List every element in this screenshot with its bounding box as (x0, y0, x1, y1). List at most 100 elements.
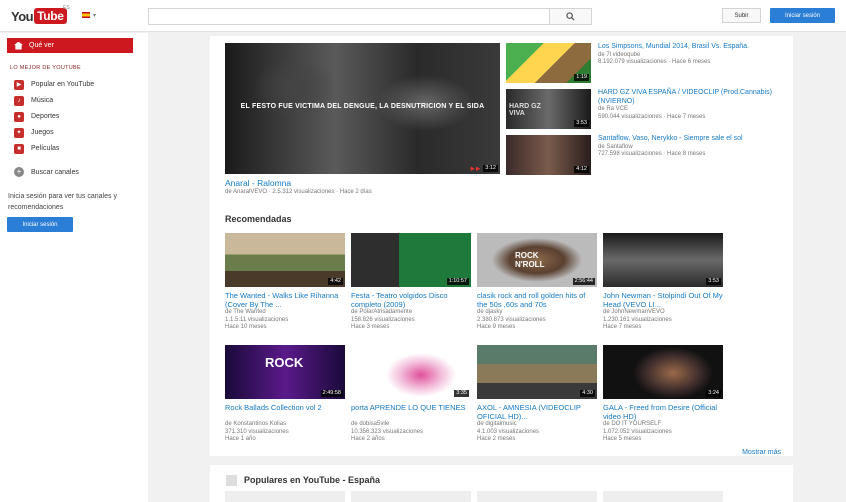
video-channel[interactable]: de djasky (477, 309, 597, 317)
video-channel[interactable]: de digitalmusic (477, 421, 597, 429)
video-views: 1.072.052 visualizaciones (603, 428, 672, 435)
sidebar-item-games[interactable]: ✦ Juegos (14, 127, 54, 138)
sidebar-item-movies[interactable]: ■ Películas (14, 143, 59, 154)
video-card[interactable]: 3:24 GALA - Freed from Desire (Official … (603, 345, 723, 444)
video-title[interactable]: John Newman - Stolpindi Out Of My Head (… (603, 291, 723, 309)
thumbnail-placeholder[interactable] (477, 491, 597, 502)
video-thumbnail[interactable]: ROCK 2:49:58 (225, 345, 345, 399)
side-video-views: 727.598 visualizaciones · Hace 8 meses (598, 151, 706, 157)
video-card[interactable]: 4:30 AXOL - AMNESIA (VIDEOCLIP OFICIAL H… (477, 345, 597, 444)
video-title[interactable]: GALA - Freed from Desire (Official video… (603, 403, 723, 421)
side-video-thumbnail[interactable]: 4:12 (506, 135, 591, 175)
video-card[interactable]: 4:42 The Wanted - Walks Like Rihanna (Co… (225, 233, 345, 332)
video-thumbnail[interactable]: 3:24 (603, 345, 723, 399)
video-title[interactable]: porta APRENDE LO QUE TIENES (351, 403, 471, 421)
video-thumbnail[interactable]: 4:42 (225, 233, 345, 287)
video-channel[interactable]: de dobisa5vile (351, 421, 471, 429)
video-card[interactable]: 3:53 John Newman - Stolpindi Out Of My H… (603, 233, 723, 332)
video-duration: 3:24 (706, 390, 721, 397)
sidebar-item-sports[interactable]: ● Deportes (14, 111, 59, 122)
thumbnail-text: ROCK (265, 355, 304, 370)
video-views: 158.826 visualizaciones (351, 316, 415, 323)
video-title[interactable]: Festa - Teatro volgidos Disco completo (… (351, 291, 471, 309)
side-video-info: Los Simpsons, Mundial 2014, Brasil Vs. E… (598, 43, 783, 67)
video-age: Hace 10 meses (225, 324, 267, 330)
video-card[interactable]: ROCK 2:49:58 Rock Ballads Collection vol… (225, 345, 345, 444)
side-video-title[interactable]: Los Simpsons, Mundial 2014, Brasil Vs. E… (598, 43, 783, 52)
side-video-channel[interactable]: de Ra VCE (598, 106, 783, 114)
video-title[interactable]: AXOL - AMNESIA (VIDEOCLIP OFICIAL HD)... (477, 403, 597, 421)
video-views: 4.1.003 visualizaciones (477, 428, 540, 435)
video-thumbnail[interactable]: 4:30 (477, 345, 597, 399)
side-video-thumbnail[interactable]: 1:19 (506, 43, 591, 83)
side-video-channel[interactable]: de 7l videoqube (598, 52, 783, 60)
sidebar-item-label: Deportes (31, 113, 60, 120)
sidebar-item-label: Qué ver (29, 42, 54, 49)
thumbnail-placeholder[interactable] (225, 491, 345, 502)
video-views: 2.380.873 visualizaciones (477, 316, 546, 323)
signin-button[interactable]: Iniciar sesión (770, 8, 835, 23)
chevron-down-icon[interactable]: ▾ (93, 12, 96, 19)
home-icon (14, 41, 23, 50)
search-input[interactable] (148, 8, 550, 25)
search-button[interactable] (549, 8, 592, 25)
video-age: Hace 9 meses (477, 324, 516, 330)
sidebar-item-browse-channels[interactable]: + Buscar canales (14, 167, 79, 177)
video-channel[interactable]: de Konstantinos Kolias (225, 421, 345, 429)
video-duration: 2:56:44 (572, 278, 595, 285)
thumbnail-text: HARD GZ VIVA (509, 103, 541, 117)
upload-button[interactable]: Subir (722, 8, 761, 23)
video-channel[interactable]: de The Wanted (225, 309, 345, 317)
main-content: EL FESTO FUE VICTIMA DEL DENGUE, LA DESN… (210, 36, 793, 456)
video-title[interactable]: clasik rock and roll golden hits of the … (477, 291, 597, 309)
video-channel[interactable]: de DO IT YOURSELF (603, 421, 723, 429)
video-duration: 3:53 (574, 120, 589, 127)
side-video-title[interactable]: Santaflow, Vaso, Nerykko - Siempre sale … (598, 135, 783, 144)
sidebar-item-popular[interactable]: ▶ Popular en YouTube (14, 79, 94, 90)
video-age: Hace 1 año (225, 436, 256, 442)
side-video-title[interactable]: HARD GZ VIVA ESPAÑA / VIDEOCLIP (Prod.Ca… (598, 89, 783, 106)
youtube-logo[interactable]: You Tube ES (11, 5, 70, 25)
video-duration: 4:42 (328, 278, 343, 285)
sidebar-item-home[interactable]: Qué ver (7, 38, 133, 53)
side-video-thumbnail[interactable]: HARD GZ VIVA 3:53 (506, 89, 591, 129)
side-video-info: HARD GZ VIVA ESPAÑA / VIDEOCLIP (Prod.Ca… (598, 89, 783, 121)
sidebar-item-label: Buscar canales (31, 168, 79, 176)
sidebar-section-title: LO MEJOR DE YOUTUBE (10, 65, 81, 71)
vevo-logo: ▶ ▶ (470, 166, 480, 172)
video-age: Hace 7 meses (603, 324, 642, 330)
popular-icon: ▶ (14, 79, 24, 90)
sidebar-signin-button[interactable]: Iniciar sesión (7, 217, 73, 232)
featured-thumbnail[interactable]: EL FESTO FUE VICTIMA DEL DENGUE, LA DESN… (225, 43, 500, 174)
popular-heading[interactable]: Populares en YouTube - España (244, 475, 380, 485)
video-thumbnail[interactable]: 3:53 (603, 233, 723, 287)
video-card[interactable]: 3:35 porta APRENDE LO QUE TIENES de dobi… (351, 345, 471, 444)
video-thumbnail[interactable]: 1:10:57 (351, 233, 471, 287)
side-video-info: Santaflow, Vaso, Nerykko - Siempre sale … (598, 135, 783, 159)
video-channel[interactable]: de PolarAtrisadamente (351, 309, 471, 317)
video-duration: 1:10:57 (446, 278, 469, 285)
sidebar-item-music[interactable]: ♪ Música (14, 95, 53, 106)
video-views: 10.356.323 visualizaciones (351, 428, 424, 435)
video-age: Hace 2 meses (477, 436, 516, 442)
video-thumbnail[interactable]: 3:35 (351, 345, 471, 399)
search-icon (566, 12, 575, 21)
video-thumbnail[interactable]: ROCK N'ROLL 2:56:44 (477, 233, 597, 287)
side-video-views: 8.192.079 visualizaciones · Hace 6 meses (598, 59, 711, 65)
video-title[interactable]: Rock Ballads Collection vol 2 (225, 403, 345, 421)
sidebar-item-label: Música (31, 97, 54, 104)
featured-title[interactable]: Anaral - Ralomna (225, 178, 291, 188)
logo-you: You (11, 8, 34, 24)
video-channel[interactable]: de JohnNewmanVEVO (603, 309, 723, 317)
thumbnail-placeholder[interactable] (603, 491, 723, 502)
video-title[interactable]: The Wanted - Walks Like Rihanna (Cover B… (225, 291, 345, 309)
sidebar-item-label: Películas (31, 145, 60, 152)
spain-flag-icon[interactable] (82, 12, 90, 18)
video-card[interactable]: ROCK N'ROLL 2:56:44 clasik rock and roll … (477, 233, 597, 332)
thumbnail-placeholder[interactable] (351, 491, 471, 502)
video-card[interactable]: 1:10:57 Festa - Teatro volgidos Disco co… (351, 233, 471, 332)
side-video-channel[interactable]: de Santaflow (598, 144, 783, 152)
video-views: 371.310 visualizaciones (225, 428, 289, 435)
featured-meta: de AnaralVEVO · 2.5.312 visualizaciones … (225, 189, 372, 195)
show-more-link[interactable]: Mostrar más (742, 449, 781, 456)
